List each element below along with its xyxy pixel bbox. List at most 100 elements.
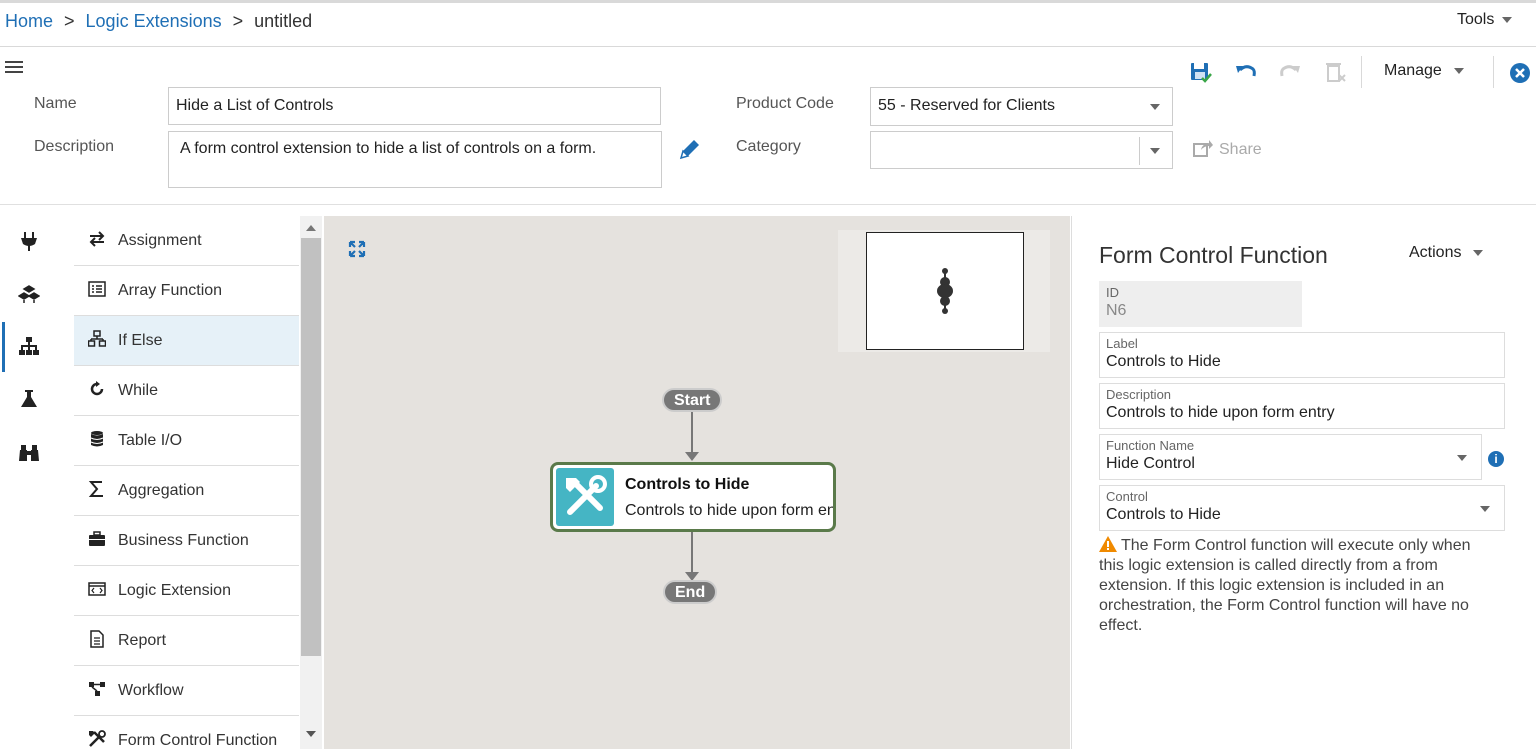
code-window-icon bbox=[88, 582, 106, 596]
breadcrumb-logic-extensions-link[interactable]: Logic Extensions bbox=[86, 11, 222, 31]
briefcase-icon bbox=[89, 531, 105, 546]
control-value: Controls to Hide bbox=[1106, 506, 1221, 523]
palette-item-table-io[interactable]: Table I/O bbox=[74, 416, 299, 466]
palette-item-label: Report bbox=[118, 632, 167, 649]
tools-label: Tools bbox=[1457, 11, 1495, 28]
palette-item-form-control-function[interactable]: Form Control Function bbox=[74, 716, 299, 749]
description-value: Controls to hide upon form entry bbox=[1106, 404, 1335, 421]
breadcrumb-home-link[interactable]: Home bbox=[5, 11, 53, 31]
palette-item-report[interactable]: Report bbox=[74, 616, 299, 666]
start-node[interactable]: Start bbox=[662, 388, 723, 412]
palette-item-label: Array Function bbox=[118, 282, 223, 299]
palette-item-label: Table I/O bbox=[118, 432, 183, 449]
product-code-value: 55 - Reserved for Clients bbox=[878, 97, 1055, 114]
label-field[interactable]: Label Controls to Hide bbox=[1099, 332, 1505, 378]
scrollbar-thumb[interactable] bbox=[301, 238, 321, 656]
palette-item-business-function[interactable]: Business Function bbox=[74, 516, 299, 566]
scroll-up-arrow-icon[interactable] bbox=[306, 225, 316, 231]
product-code-label: Product Code bbox=[736, 95, 834, 112]
control-select[interactable]: Control Controls to Hide bbox=[1099, 485, 1505, 531]
properties-panel: Form Control Function Actions ID N6 Labe… bbox=[1071, 216, 1530, 749]
form-control-function-node[interactable]: Controls to Hide Controls to hide upon f… bbox=[550, 462, 836, 532]
flask-icon[interactable] bbox=[18, 388, 40, 410]
palette-item-if-else[interactable]: If Else bbox=[74, 316, 299, 366]
id-field: ID N6 bbox=[1099, 281, 1302, 327]
chevron-down-icon bbox=[1150, 104, 1160, 110]
hamburger-menu-icon[interactable] bbox=[5, 61, 23, 75]
info-icon[interactable]: i bbox=[1488, 451, 1504, 467]
plug-icon[interactable] bbox=[18, 230, 40, 252]
left-icon-rail bbox=[0, 216, 58, 749]
description-field[interactable]: A form control extension to hide a list … bbox=[168, 131, 662, 188]
palette-scrollbar[interactable] bbox=[300, 216, 322, 749]
palette-item-label: Assignment bbox=[118, 232, 202, 249]
share-icon bbox=[1193, 140, 1213, 157]
palette-item-label: Logic Extension bbox=[118, 582, 231, 599]
palette-item-label: While bbox=[118, 382, 159, 399]
tools-menu-button[interactable]: Tools bbox=[1457, 11, 1513, 29]
design-canvas[interactable]: Start Controls to Hide Controls to hide … bbox=[324, 216, 1070, 749]
chevron-down-icon bbox=[1473, 249, 1484, 256]
edit-pencil-icon[interactable] bbox=[677, 136, 703, 162]
function-name-value: Hide Control bbox=[1106, 455, 1195, 472]
manage-label: Manage bbox=[1384, 62, 1442, 79]
actions-label: Actions bbox=[1409, 244, 1462, 261]
breadcrumb-bar: Home > Logic Extensions > untitled Tools bbox=[0, 3, 1536, 47]
properties-title: Form Control Function bbox=[1099, 242, 1328, 268]
swap-arrows-icon bbox=[89, 231, 105, 247]
save-icon[interactable] bbox=[1189, 60, 1213, 84]
overview-minimap[interactable] bbox=[866, 232, 1024, 350]
toolbar-divider bbox=[1361, 56, 1362, 88]
flow-connector bbox=[691, 412, 693, 452]
id-label: ID bbox=[1106, 285, 1119, 300]
palette-item-array-function[interactable]: Array Function bbox=[74, 266, 299, 316]
share-button[interactable]: Share bbox=[1193, 139, 1262, 159]
cubes-icon[interactable] bbox=[18, 284, 40, 306]
report-icon bbox=[90, 630, 104, 648]
close-icon[interactable] bbox=[1510, 63, 1530, 83]
expand-icon[interactable] bbox=[348, 240, 366, 258]
minimap-flow-graphic bbox=[937, 268, 953, 314]
warning-message: The Form Control function will execute o… bbox=[1099, 536, 1499, 636]
product-code-select[interactable]: 55 - Reserved for Clients bbox=[870, 87, 1173, 126]
palette-item-workflow[interactable]: Workflow bbox=[74, 666, 299, 716]
undo-icon[interactable] bbox=[1234, 60, 1258, 84]
tools-icon bbox=[556, 468, 614, 526]
sigma-icon bbox=[88, 481, 103, 497]
breadcrumb-current: untitled bbox=[254, 11, 313, 31]
hierarchy-icon[interactable] bbox=[18, 336, 40, 358]
palette-item-label: Form Control Function bbox=[118, 732, 278, 749]
manage-menu-button[interactable]: Manage bbox=[1384, 62, 1464, 80]
end-node[interactable]: End bbox=[663, 580, 718, 604]
breadcrumb: Home > Logic Extensions > untitled bbox=[5, 11, 312, 32]
chevron-down-icon bbox=[1480, 506, 1490, 512]
category-label: Category bbox=[736, 138, 801, 155]
header-divider bbox=[0, 204, 1536, 205]
actions-menu-button[interactable]: Actions bbox=[1409, 244, 1484, 262]
toolbar-divider bbox=[1493, 56, 1494, 88]
palette-item-label: Workflow bbox=[118, 682, 184, 699]
palette-item-aggregation[interactable]: Aggregation bbox=[74, 466, 299, 516]
warning-text: The Form Control function will execute o… bbox=[1099, 537, 1471, 634]
chevron-down-icon bbox=[1457, 455, 1467, 461]
name-field[interactable]: Hide a List of Controls bbox=[168, 87, 661, 125]
scroll-down-arrow-icon[interactable] bbox=[306, 731, 316, 737]
connector-arrowhead bbox=[685, 452, 699, 461]
binoculars-icon[interactable] bbox=[18, 442, 40, 464]
redo-icon[interactable] bbox=[1278, 60, 1302, 84]
delete-icon[interactable] bbox=[1323, 60, 1347, 84]
workflow-icon bbox=[89, 682, 105, 696]
palette-item-while[interactable]: While bbox=[74, 366, 299, 416]
warning-icon bbox=[1099, 536, 1117, 552]
function-name-select[interactable]: Function Name Hide Control bbox=[1099, 434, 1482, 480]
chevron-down-icon bbox=[1502, 16, 1513, 23]
chevron-down-icon bbox=[1453, 67, 1464, 74]
category-select[interactable] bbox=[870, 131, 1173, 169]
description-field[interactable]: Description Controls to hide upon form e… bbox=[1099, 383, 1505, 429]
select-divider bbox=[1139, 137, 1140, 165]
label-label: Label bbox=[1106, 336, 1138, 351]
palette-item-logic-extension[interactable]: Logic Extension bbox=[74, 566, 299, 616]
loop-icon bbox=[90, 381, 104, 396]
palette-item-assignment[interactable]: Assignment bbox=[74, 216, 299, 266]
flow-connector bbox=[691, 532, 693, 572]
